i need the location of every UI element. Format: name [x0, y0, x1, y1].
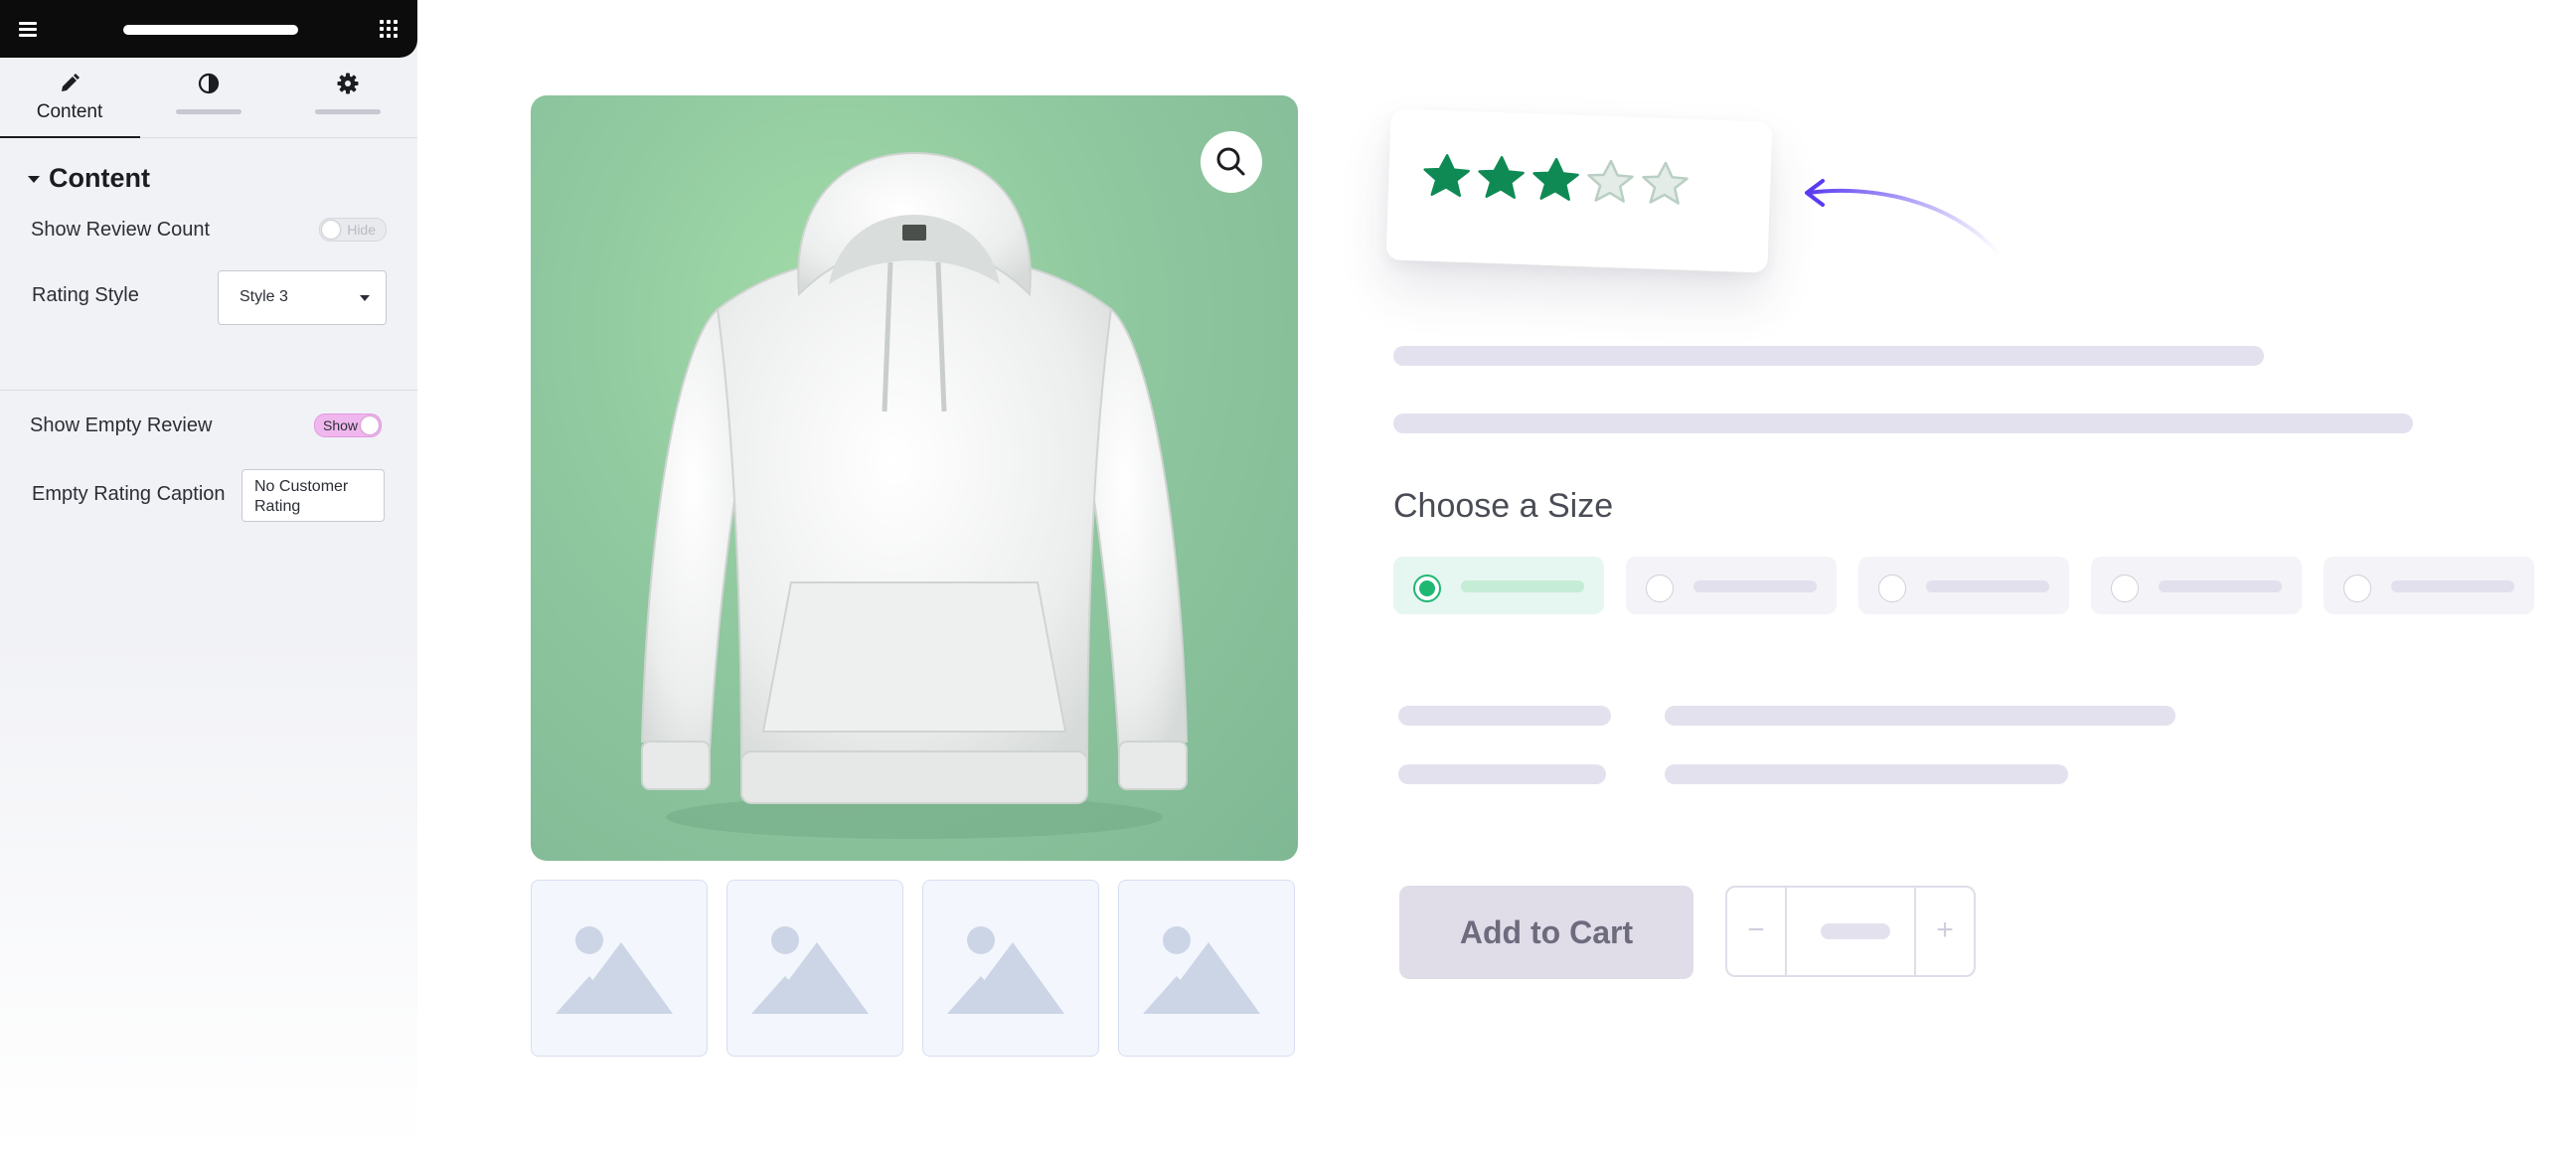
product-title-placeholder: [1393, 346, 2264, 366]
meta-label-placeholder: [1398, 764, 1606, 784]
empty-rating-caption-label: Empty Rating Caption: [32, 483, 226, 505]
toggle-knob: [361, 416, 379, 434]
editor-topbar: [0, 0, 417, 58]
quantity-value-placeholder[interactable]: [1821, 923, 1890, 939]
radio-button[interactable]: [2111, 575, 2139, 602]
tab-advanced-label-placeholder: [315, 109, 381, 114]
tab-content-label: Content: [36, 101, 103, 122]
star-icon: [1478, 156, 1525, 199]
search-icon: [1216, 147, 1245, 176]
show-empty-review-label: Show Empty Review: [30, 414, 213, 436]
image-placeholder-icon: [1143, 926, 1260, 1014]
chevron-down-icon: [360, 295, 370, 301]
radio-button[interactable]: [1646, 575, 1674, 602]
hoodie-image: [640, 151, 1189, 839]
active-tab-indicator: [0, 136, 140, 138]
pencil-icon: [62, 74, 80, 91]
product-main-image[interactable]: [531, 95, 1298, 861]
radio-button[interactable]: [2343, 575, 2371, 602]
image-placeholder-icon: [556, 926, 673, 1014]
zoom-button[interactable]: [1201, 131, 1262, 193]
pointer-arrow-icon: [1805, 179, 2002, 256]
radio-button[interactable]: [1878, 575, 1906, 602]
editor-panel: Content Content Show Review Count Hide R…: [0, 0, 417, 1153]
size-label-placeholder: [2391, 580, 2514, 592]
star-icon: [1532, 157, 1579, 201]
image-placeholder-icon: [751, 926, 869, 1014]
tab-style-label-placeholder: [176, 109, 242, 114]
size-option[interactable]: [2324, 557, 2534, 614]
section-title[interactable]: Content: [49, 163, 150, 194]
image-placeholder-icon: [947, 926, 1064, 1014]
size-option[interactable]: [1858, 557, 2069, 614]
star-rating: [1423, 154, 1689, 205]
gallery-thumbnail[interactable]: [1118, 880, 1295, 1057]
contrast-icon: [198, 73, 220, 94]
apps-grid-icon[interactable]: [380, 20, 398, 38]
tab-advanced[interactable]: [278, 58, 417, 137]
show-empty-review-toggle[interactable]: Show: [314, 413, 382, 437]
size-label-placeholder: [1693, 580, 1817, 592]
product-price-placeholder: [1393, 413, 2413, 433]
rating-preview-card: [1385, 108, 1773, 273]
meta-value-placeholder: [1665, 706, 2175, 726]
choose-size-title: Choose a Size: [1393, 487, 1614, 525]
size-label-placeholder: [1461, 580, 1584, 592]
toggle-knob: [322, 221, 340, 239]
rating-style-value: Style 3: [240, 288, 288, 305]
quantity-stepper: − +: [1725, 886, 1976, 977]
size-label-placeholder: [2159, 580, 2282, 592]
meta-value-placeholder: [1665, 764, 2068, 784]
section-divider: [0, 390, 417, 391]
size-option[interactable]: [1626, 557, 1837, 614]
quantity-increase-button[interactable]: +: [1914, 888, 1974, 975]
add-to-cart-button[interactable]: Add to Cart: [1399, 886, 1693, 979]
gallery-thumbnail[interactable]: [726, 880, 903, 1057]
gallery-thumbnail[interactable]: [531, 880, 708, 1057]
toggle-text: Hide: [347, 222, 376, 238]
star-icon: [1587, 159, 1634, 203]
meta-label-placeholder: [1398, 706, 1611, 726]
collapse-caret-icon[interactable]: [28, 176, 40, 183]
editor-title-placeholder: [123, 25, 298, 35]
radio-button[interactable]: [1413, 575, 1441, 602]
gear-icon: [337, 73, 359, 94]
show-review-count-label: Show Review Count: [31, 219, 211, 241]
rating-style-select[interactable]: Style 3: [218, 270, 387, 325]
star-icon: [1642, 161, 1689, 205]
size-label-placeholder: [1926, 580, 2049, 592]
quantity-decrease-button[interactable]: −: [1727, 888, 1787, 975]
gallery-thumbnail[interactable]: [922, 880, 1099, 1057]
tab-content[interactable]: Content: [0, 58, 140, 138]
size-option[interactable]: [1393, 557, 1604, 614]
toggle-text: Show: [323, 417, 359, 433]
menu-icon[interactable]: [19, 22, 37, 37]
rating-style-label: Rating Style: [32, 284, 139, 306]
star-icon: [1423, 154, 1470, 198]
editor-tabs: Content: [0, 58, 417, 138]
show-review-count-toggle[interactable]: Hide: [319, 218, 387, 242]
size-option[interactable]: [2091, 557, 2302, 614]
tab-style[interactable]: [139, 58, 278, 137]
empty-rating-caption-input[interactable]: No Customer Rating: [242, 469, 385, 522]
